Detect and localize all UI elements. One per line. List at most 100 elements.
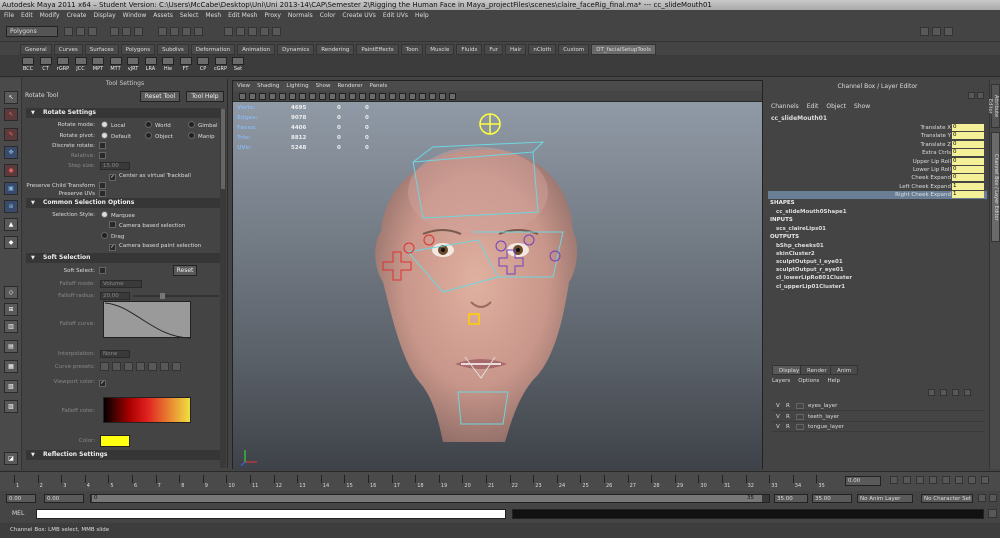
falloff-curve-graph[interactable] — [103, 301, 192, 339]
mode-dropdown[interactable]: Polygons — [6, 26, 58, 37]
shelf-button-lra[interactable]: LRA — [143, 57, 159, 75]
shelf-tab-animation[interactable]: Animation — [237, 44, 276, 55]
render-view-icon[interactable] — [236, 27, 245, 36]
channel-row-extra-ctrls[interactable]: Extra Ctrls 0 — [768, 149, 987, 157]
channel-value-field[interactable]: 0 — [952, 124, 984, 131]
menu-edit[interactable]: Edit — [21, 10, 33, 22]
mel-input[interactable] — [36, 509, 506, 519]
shelf-tab-painteffects[interactable]: PaintEffects — [356, 44, 399, 55]
shelf-tab-custom[interactable]: Custom — [558, 44, 590, 55]
soft-mod-tool-icon[interactable]: ◆ — [4, 236, 18, 249]
gate-mask-icon[interactable] — [319, 93, 326, 100]
shelf-button-vjrt[interactable]: vJRT — [125, 57, 141, 75]
select-hierarchy-icon[interactable] — [110, 27, 119, 36]
menu-normals[interactable]: Normals — [288, 10, 313, 22]
shelf-button-ct[interactable]: CT — [38, 57, 54, 75]
snap-point-icon[interactable] — [182, 27, 191, 36]
menu-assets[interactable]: Assets — [153, 10, 173, 22]
viewport-menu-show[interactable]: Show — [316, 81, 331, 91]
layer-color-swatch[interactable] — [796, 403, 804, 409]
image-plane-icon[interactable] — [269, 93, 276, 100]
shape-node[interactable]: cc_slideMouth0Shape1 — [776, 208, 847, 216]
safe-action-icon[interactable] — [339, 93, 346, 100]
new-layer-selected-icon[interactable] — [964, 389, 971, 396]
layer-row-eyes-layer[interactable]: V Reyes_layer — [772, 401, 984, 411]
xray-icon[interactable] — [419, 93, 426, 100]
curve-preset-6-icon[interactable] — [160, 362, 169, 371]
menu-window[interactable]: Window — [123, 10, 147, 22]
grid-icon[interactable] — [289, 93, 296, 100]
textured-icon[interactable] — [389, 93, 396, 100]
ipr-render-icon[interactable] — [260, 27, 269, 36]
channel-box-tab[interactable]: Channel Box / Layer Editor — [991, 132, 1000, 242]
playback-start-field[interactable]: 0.00 — [44, 494, 84, 503]
time-slider[interactable]: 0.00 1 2 3 4 5 6 7 8 9 10 11 12 13 14 15 16 17 18 19 20 21 22… — [0, 471, 1000, 491]
anim-layer-dropdown[interactable]: No Anim Layer — [857, 494, 913, 503]
viewport-menu-shading[interactable]: Shading — [257, 81, 279, 91]
channel-row-cheek-expand[interactable]: Cheek Expand 0 — [768, 174, 987, 182]
layout-shortcut-icon[interactable]: ◪ — [4, 452, 18, 465]
new-empty-layer-icon[interactable] — [952, 389, 959, 396]
go-to-start-icon[interactable] — [890, 476, 898, 484]
channel-box-toggle-icon[interactable] — [944, 27, 953, 36]
curve-preset-1-icon[interactable] — [100, 362, 109, 371]
menu-create-uvs[interactable]: Create UVs — [342, 10, 375, 22]
output-node[interactable]: sculptOutput_l_eye01 — [776, 258, 843, 266]
persp-graph-layout-icon[interactable]: ▦ — [4, 360, 18, 373]
shelf-tab-ncloth[interactable]: nCloth — [528, 44, 557, 55]
layer-visibility-toggle[interactable]: V — [776, 412, 780, 422]
shelf-button-hie[interactable]: Hie — [160, 57, 176, 75]
shelf-tab-fur[interactable]: Fur — [484, 44, 504, 55]
soft-select-checkbox[interactable] — [99, 267, 109, 276]
channel-row-lower-lip-roll[interactable]: Lower Lip Roll 0 — [768, 166, 987, 174]
xray-joints-icon[interactable] — [429, 93, 436, 100]
save-scene-icon[interactable] — [88, 27, 97, 36]
move-tool-icon[interactable]: ✥ — [4, 146, 18, 159]
two-pane-layout-icon[interactable]: ▥ — [4, 320, 18, 333]
snap-curve-icon[interactable] — [170, 27, 179, 36]
paint-select-tool-icon[interactable]: ✎ — [4, 128, 18, 141]
field-chart-icon[interactable] — [329, 93, 336, 100]
outliner-layout-icon[interactable]: ▨ — [4, 400, 18, 413]
play-backward-icon[interactable] — [929, 476, 937, 484]
step-size-field[interactable]: 15.00 — [100, 162, 130, 170]
animation-prefs-icon[interactable] — [989, 494, 997, 502]
falloff-mode-dropdown[interactable]: Volume — [100, 280, 142, 288]
falloff-radius-field[interactable]: 20.00 — [100, 292, 130, 300]
rotate-pivot-manip[interactable]: Manip — [188, 132, 215, 141]
output-node[interactable]: sculptOutput_r_eye01 — [776, 266, 844, 274]
last-tool-icon[interactable]: ▲ — [4, 218, 18, 231]
layer-color-swatch[interactable] — [796, 424, 804, 430]
shelf-tab-surfaces[interactable]: Surfaces — [84, 44, 119, 55]
channel-menu-channels[interactable]: Channels — [771, 103, 799, 110]
output-node[interactable]: cl_upperLip01Cluster1 — [776, 283, 845, 291]
selection-style-drag[interactable]: Drag — [101, 232, 124, 241]
film-gate-icon[interactable] — [299, 93, 306, 100]
curve-preset-4-icon[interactable] — [136, 362, 145, 371]
safe-title-icon[interactable] — [349, 93, 356, 100]
character-set-dropdown[interactable]: No Character Set — [921, 494, 973, 503]
select-component-icon[interactable] — [134, 27, 143, 36]
play-forward-icon[interactable] — [942, 476, 950, 484]
current-frame-field[interactable]: 0.00 — [845, 476, 881, 486]
shelf-button-rgrp[interactable]: rGRP — [55, 57, 71, 75]
lighting-icon[interactable] — [399, 93, 406, 100]
output-node[interactable]: cl_lowerLipRo801Cluster — [776, 274, 852, 282]
shadows-icon[interactable] — [409, 93, 416, 100]
menu-file[interactable]: File — [4, 10, 14, 22]
viewport-menu-lighting[interactable]: Lighting — [286, 81, 308, 91]
channel-value-field[interactable]: 0 — [952, 149, 984, 157]
snap-grid-icon[interactable] — [158, 27, 167, 36]
layer-menu-layers[interactable]: Layers — [772, 378, 790, 384]
viewport-menu-view[interactable]: View — [237, 81, 250, 91]
attribute-editor-toggle-icon[interactable] — [920, 27, 929, 36]
curve-preset-2-icon[interactable] — [112, 362, 121, 371]
history-icon[interactable] — [224, 27, 233, 36]
channel-value-field[interactable]: 1 — [952, 182, 984, 190]
channel-row-right-cheek-expand[interactable]: Right Cheek Expand 1 — [768, 191, 987, 200]
relative-checkbox[interactable] — [99, 152, 109, 161]
layer-tab-render[interactable]: Render — [800, 365, 834, 375]
tool-settings-scrollbar[interactable] — [220, 109, 226, 468]
viewport-menu-panels[interactable]: Panels — [370, 81, 388, 91]
range-slider[interactable]: 0 35 — [90, 494, 770, 503]
